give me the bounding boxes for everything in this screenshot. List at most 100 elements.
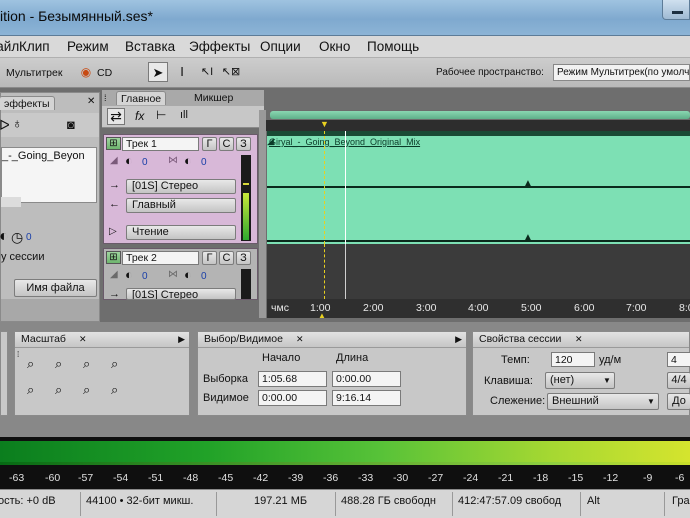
meter-tick: -30 bbox=[393, 472, 409, 484]
close-panel-icon[interactable]: ✕ bbox=[87, 96, 95, 107]
menu-help[interactable]: Помощь bbox=[367, 39, 419, 54]
follow-select[interactable]: Внешний bbox=[547, 393, 659, 410]
time-select-tool-icon[interactable]: I bbox=[172, 62, 192, 82]
loop-icon[interactable]: ◷ bbox=[11, 229, 23, 246]
preview-icon[interactable]: ◙ bbox=[67, 117, 75, 132]
selection-menu-icon[interactable]: ▶ bbox=[455, 332, 462, 347]
time-ruler[interactable]: чмс 1:00 2:00 3:00 4:00 5:00 6:00 7:00 8… bbox=[267, 299, 690, 320]
scrub-tool-icon[interactable]: ↖⊠ bbox=[221, 62, 241, 82]
meter-bar-right bbox=[0, 462, 690, 465]
playhead-marker-icon[interactable]: ▼ bbox=[320, 119, 329, 129]
import-icon[interactable]: ᐅ bbox=[0, 117, 10, 134]
track-1-input-select[interactable]: [01S] Стерео bbox=[126, 179, 236, 194]
menu-options[interactable]: Опции bbox=[260, 39, 301, 54]
cd-view-button[interactable]: CD bbox=[97, 67, 112, 79]
length-column-header: Длина bbox=[336, 352, 369, 364]
selection-row-label: Выборка bbox=[203, 373, 248, 385]
zoom-left-edge-icon[interactable]: ⌕ bbox=[27, 382, 34, 398]
toolbar: Мультитрек ◉ CD ➤ I ↖I ↖⊠ Рабочее простр… bbox=[0, 58, 690, 88]
cd-icon[interactable]: ◉ bbox=[76, 62, 96, 82]
track-2-input-select[interactable]: [01S] Стерео bbox=[126, 288, 236, 300]
zoom-close-icon[interactable]: ✕ bbox=[79, 332, 87, 347]
extra-button[interactable]: До bbox=[667, 393, 690, 410]
zoom-menu-icon[interactable]: ▶ bbox=[178, 332, 185, 347]
zoom-right-edge-icon[interactable]: ⌕ bbox=[55, 382, 62, 398]
filename-sort-button[interactable]: Имя файла bbox=[14, 279, 97, 297]
zoom-in-horizontal-icon[interactable]: ⌕ bbox=[27, 356, 34, 372]
track-1-mute-button[interactable]: З bbox=[236, 137, 251, 151]
track-2-name-field[interactable]: Трек 2 bbox=[122, 251, 199, 265]
status-divider bbox=[664, 492, 665, 516]
view-start-field[interactable]: 0:00.00 bbox=[258, 390, 327, 406]
zoom-out-horizontal-icon[interactable]: ⌕ bbox=[55, 356, 62, 372]
zoom-full-icon[interactable]: ⌕ bbox=[83, 356, 90, 372]
track-2-lane[interactable] bbox=[267, 244, 690, 299]
hybrid-tool-icon[interactable]: ↖I bbox=[197, 62, 217, 82]
minimize-button[interactable] bbox=[662, 0, 690, 20]
workspace-select[interactable]: Режим Мультитрек(по умолч) bbox=[553, 64, 690, 81]
meter-tick: -51 bbox=[148, 472, 164, 484]
eq-icon[interactable]: ıll bbox=[180, 109, 188, 121]
timeline-marker-bar: ▼ bbox=[266, 119, 690, 131]
track-1-solo-button[interactable]: Г bbox=[202, 137, 217, 151]
key-label: Клавиша: bbox=[484, 375, 533, 387]
selection-close-icon[interactable]: ✕ bbox=[296, 332, 304, 347]
track-1-name-field[interactable]: Трек 1 bbox=[122, 137, 199, 151]
sends-icon[interactable]: ⊢ bbox=[156, 108, 166, 122]
zoom-out-vertical-icon[interactable]: ⌕ bbox=[111, 382, 118, 398]
track-panel-scrollbar[interactable] bbox=[259, 110, 266, 318]
track-1-output-select[interactable]: Главный bbox=[126, 198, 236, 213]
beats-field[interactable]: 4 bbox=[667, 352, 690, 367]
track-1-record-button[interactable]: С bbox=[219, 137, 234, 151]
zoom-in-vertical-icon[interactable]: ⌕ bbox=[83, 382, 90, 398]
playhead-bottom-icon[interactable]: ▲ bbox=[318, 311, 326, 320]
track-1-lane[interactable]: Giryal_-_Going_Beyond_Original_Mix ◢ ▲ ▲ bbox=[267, 131, 690, 244]
menu-effects[interactable]: Эффекты bbox=[189, 39, 250, 54]
waveform-peak-left: ▲ bbox=[523, 178, 533, 189]
menu-view[interactable]: Режим bbox=[67, 39, 109, 54]
status-format: 44100 • 32-бит микш. bbox=[86, 495, 194, 507]
status-extra: Гра bbox=[672, 495, 690, 507]
menu-file[interactable]: Файл bbox=[0, 39, 19, 54]
time-signature-select[interactable]: 4/4 bbox=[667, 372, 690, 389]
menu-insert[interactable]: Вставка bbox=[125, 39, 175, 54]
track-2-record-button[interactable]: С bbox=[219, 251, 234, 265]
list-item[interactable]: _-_Going_Beyon bbox=[2, 150, 85, 162]
track-1-pan-knob[interactable]: ◐ bbox=[184, 153, 192, 168]
menu-window[interactable]: Окно bbox=[319, 39, 350, 54]
menu-clip[interactable]: Клип bbox=[19, 39, 50, 54]
tab-mixer[interactable]: Микшер bbox=[190, 91, 237, 105]
tempo-field[interactable]: 120 bbox=[551, 352, 595, 367]
multitrack-view-button[interactable]: Мультитрек bbox=[6, 67, 62, 79]
track-1-automation-select[interactable]: Чтение bbox=[126, 225, 236, 240]
zoom-panel-title: Масштаб bbox=[21, 333, 66, 345]
track-2-mute-button[interactable]: З bbox=[236, 251, 251, 265]
tempo-label: Темп: bbox=[501, 354, 530, 366]
status-bar: ость: +0 dB 44100 • 32-бит микш. 197.21 … bbox=[0, 489, 690, 518]
track-2-solo-button[interactable]: Г bbox=[202, 251, 217, 265]
timeline-scroll-thumb[interactable] bbox=[270, 111, 690, 119]
selection-start-field[interactable]: 1:05.68 bbox=[258, 371, 327, 387]
selection-panel-title: Выбор/Видимое bbox=[204, 333, 283, 345]
selection-length-field[interactable]: 0:00.00 bbox=[332, 371, 401, 387]
follow-label: Слежение: bbox=[490, 395, 546, 407]
meter-tick: -18 bbox=[533, 472, 549, 484]
volume-knob-icon[interactable]: ◐ bbox=[0, 228, 9, 246]
view-length-field[interactable]: 9:16.14 bbox=[332, 390, 401, 406]
tab-main[interactable]: Главное bbox=[116, 91, 167, 105]
io-icon[interactable]: ⇄ bbox=[107, 108, 125, 125]
file-list[interactable]: _-_Going_Beyon bbox=[1, 147, 97, 203]
track-2-pan-knob[interactable]: ◐ bbox=[184, 267, 192, 282]
track-1-volume-knob[interactable]: ◐ bbox=[125, 153, 133, 168]
timeline-scroll-track[interactable] bbox=[266, 110, 690, 120]
move-tool-icon[interactable]: ➤ bbox=[148, 62, 168, 82]
close-file-icon[interactable]: ♁ bbox=[12, 115, 23, 131]
fx-icon[interactable]: fx bbox=[135, 109, 144, 123]
list-scrollbar[interactable] bbox=[1, 197, 21, 207]
zoom-selection-icon[interactable]: ⌕ bbox=[111, 356, 118, 372]
tab-effects[interactable]: эффекты bbox=[0, 96, 55, 110]
playhead-line-2 bbox=[324, 244, 325, 299]
track-2-volume-knob[interactable]: ◐ bbox=[125, 267, 133, 282]
session-properties-panel: Свойства сессии ✕ Темп: 120 уд/м 4 Клави… bbox=[472, 331, 690, 416]
session-close-icon[interactable]: ✕ bbox=[575, 332, 583, 347]
